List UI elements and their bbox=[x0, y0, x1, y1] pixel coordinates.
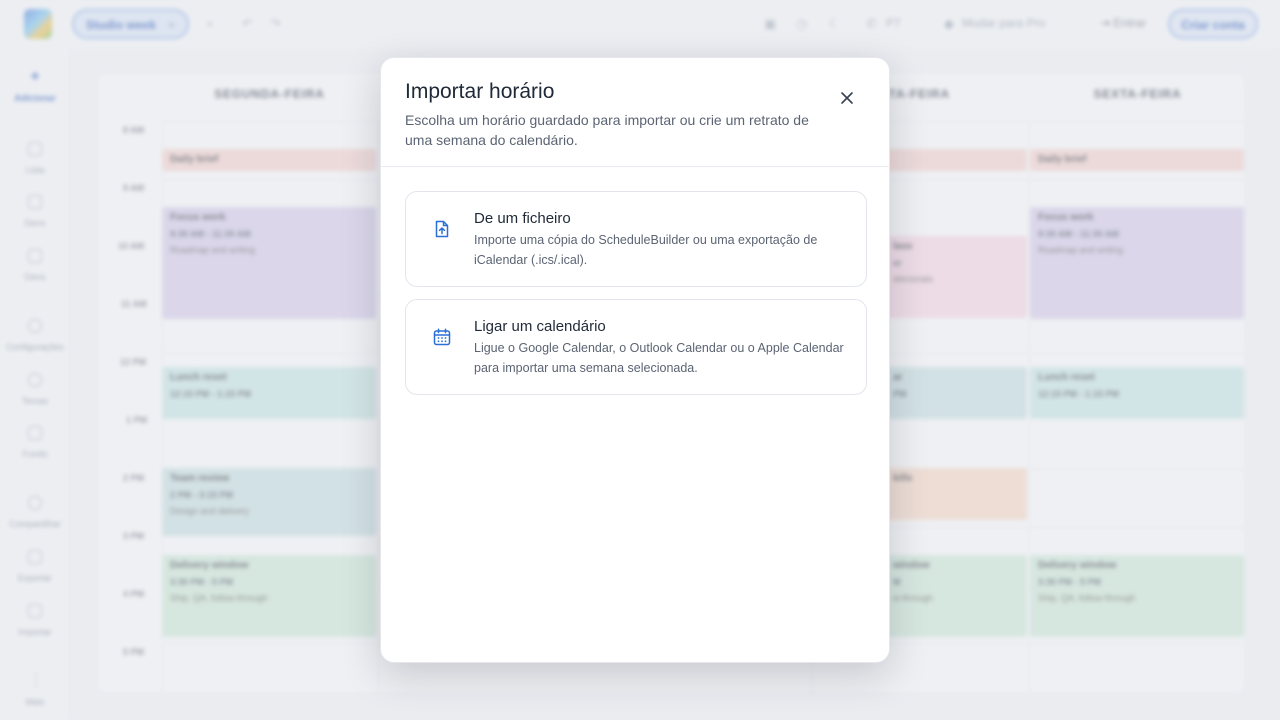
close-icon bbox=[841, 92, 853, 104]
connect-calendar-option[interactable]: Ligar um calendário Ligue o Google Calen… bbox=[405, 299, 867, 395]
dialog-subtitle: Escolha um horário guardado para importa… bbox=[405, 112, 809, 148]
option-description: Importe uma cópia do ScheduleBuilder ou … bbox=[474, 233, 818, 267]
dialog-header: Importar horário Escolha um horário guar… bbox=[381, 58, 889, 167]
calendar-icon bbox=[433, 328, 451, 346]
import-schedule-dialog: Importar horário Escolha um horário guar… bbox=[380, 57, 890, 663]
file-upload-icon bbox=[435, 220, 449, 238]
option-description: Ligue o Google Calendar, o Outlook Calen… bbox=[474, 341, 844, 375]
dialog-title: Importar horário bbox=[405, 80, 555, 103]
option-title: Ligar um calendário bbox=[474, 318, 606, 335]
close-button[interactable] bbox=[837, 88, 857, 108]
import-from-file-option[interactable]: De um ficheiro Importe uma cópia do Sche… bbox=[405, 191, 867, 287]
option-title: De um ficheiro bbox=[474, 210, 571, 227]
